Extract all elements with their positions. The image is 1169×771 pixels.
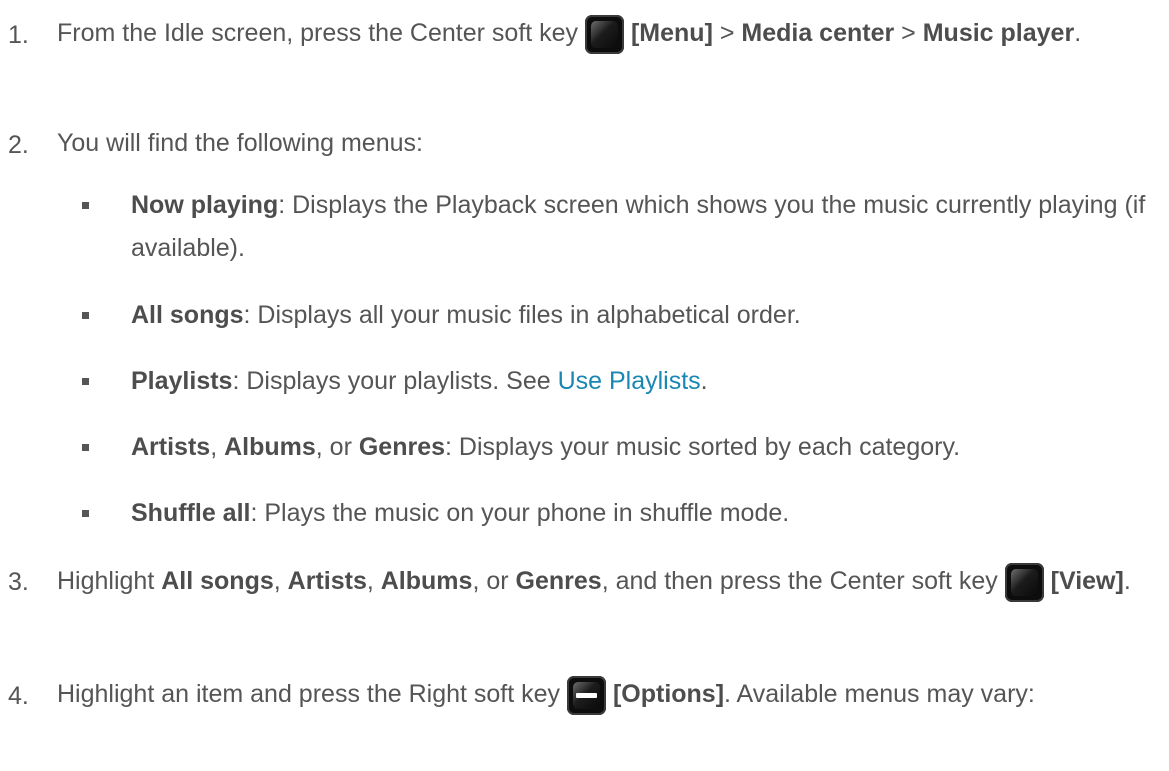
bold-term: Playlists [131, 367, 233, 395]
bold-term: Music player [922, 19, 1075, 47]
bullet-marker [82, 510, 89, 517]
text-run: Highlight [57, 567, 162, 595]
text-run: . [700, 367, 708, 395]
step-number: 1. [8, 21, 29, 49]
bold-term: Albums [224, 433, 316, 461]
step-number: 2. [8, 131, 29, 159]
step-number: 4. [8, 682, 29, 710]
bold-term: Media center [741, 19, 895, 47]
text-run: , [366, 567, 381, 595]
text-run: > [712, 19, 742, 47]
step-text: From the Idle screen, press the Center s… [57, 12, 1147, 55]
menu-item-all-songs: All songs: Displays all your music files… [131, 294, 1161, 337]
menu-item-shuffle-all: Shuffle all: Plays the music on your pho… [131, 492, 1161, 535]
text-run: , [273, 567, 288, 595]
bullet-marker [82, 202, 89, 209]
text-run: : Displays the Playback screen which sho… [131, 191, 1146, 262]
menu-item-now-playing: Now playing: Displays the Playback scree… [131, 184, 1161, 270]
text-run: > [894, 19, 923, 47]
right-soft-key-icon [567, 675, 606, 715]
step-number: 3. [8, 568, 29, 596]
text-run: : Plays the music on your phone in shuff… [250, 499, 790, 527]
text-run [606, 680, 613, 708]
bullet-marker [82, 378, 89, 385]
bold-term: Now playing [131, 191, 279, 219]
text-run: . [1123, 567, 1131, 595]
menu-item-artists-albums-genres: Artists, Albums, or Genres: Displays you… [131, 426, 1161, 469]
bold-term: Shuffle all [131, 499, 251, 527]
step-text: Highlight All songs, Artists, Albums, or… [57, 560, 1147, 603]
text-run [624, 19, 631, 47]
text-run: Highlight an item and press the Right so… [57, 680, 567, 708]
text-run: : Displays your playlists. See [232, 367, 558, 395]
bold-term: [View] [1050, 567, 1124, 595]
text-run: , or [472, 567, 516, 595]
cross-reference-link[interactable]: Use Playlists [558, 367, 701, 395]
menu-item-playlists: Playlists: Displays your playlists. See … [131, 360, 1161, 403]
text-run: : Displays all your music files in alpha… [243, 301, 801, 329]
step-text: Highlight an item and press the Right so… [57, 673, 1147, 716]
bullet-marker [82, 444, 89, 451]
center-soft-key-icon [1004, 562, 1044, 602]
bold-term: Albums [380, 567, 473, 595]
bold-term: All songs [161, 567, 274, 595]
text-run: From the Idle screen, press the Center s… [57, 19, 586, 47]
text-run: . Available menus may vary: [724, 680, 1035, 708]
text-run: : Displays your music sorted by each cat… [445, 433, 961, 461]
bullet-marker [82, 312, 89, 319]
center-soft-key-icon [585, 14, 625, 54]
text-run: , [210, 433, 225, 461]
bold-term: Genres [515, 567, 602, 595]
bold-term: All songs [131, 301, 244, 329]
text-run: , or [315, 433, 359, 461]
bold-term: [Options] [612, 680, 725, 708]
text-run: , and then press the Center soft key [601, 567, 1005, 595]
bold-term: [Menu] [630, 19, 713, 47]
bold-term: Artists [131, 433, 211, 461]
text-run [1044, 567, 1051, 595]
step-text: You will find the following menus: [57, 122, 1147, 165]
bold-term: Artists [287, 567, 367, 595]
text-run: . [1074, 19, 1082, 47]
text-run: You will find the following menus: [57, 129, 423, 157]
bold-term: Genres [358, 433, 446, 461]
